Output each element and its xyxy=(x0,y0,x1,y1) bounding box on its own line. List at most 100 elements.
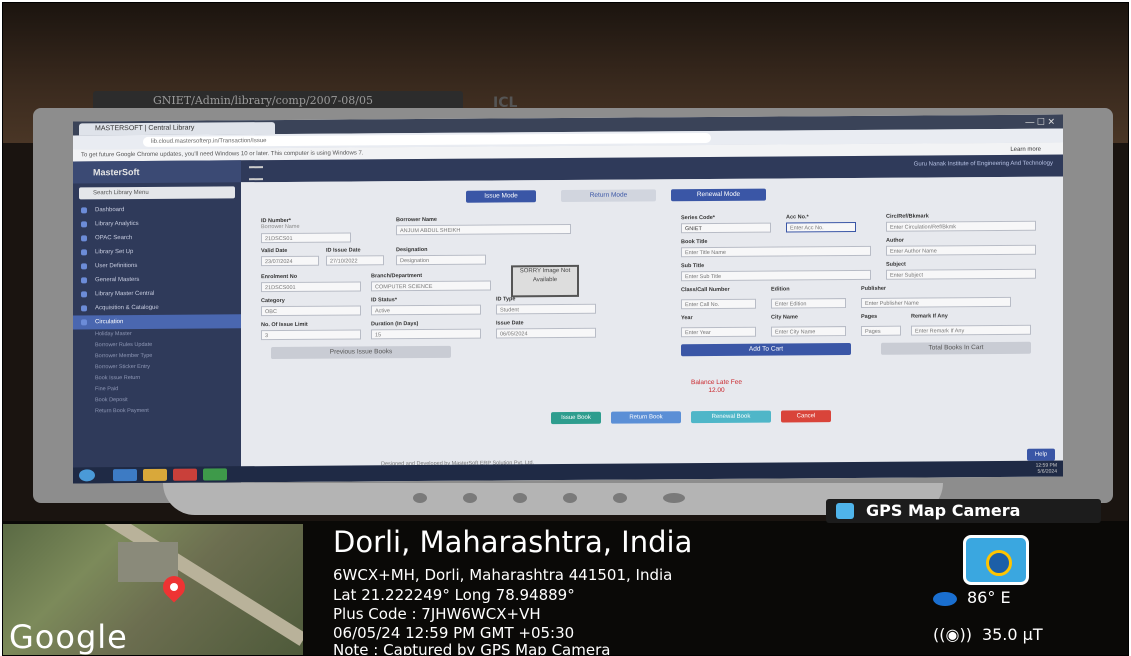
menu-icon xyxy=(81,263,87,270)
menu-icon xyxy=(81,277,87,284)
sidebar-item[interactable]: User Definitions xyxy=(73,258,241,273)
tray-date: 5/6/2024 xyxy=(1037,468,1057,475)
menu-icon xyxy=(81,319,87,326)
pages-field: Pages xyxy=(861,325,901,336)
subtitle-label: Sub Title xyxy=(681,263,705,270)
renewal-mode-button[interactable]: Renewal Mode xyxy=(671,188,766,202)
photo-frame: GNIET/Admin/library/comp/2007-08/05 ICL … xyxy=(2,2,1129,656)
sidebar-submenu: Holiday Master Borrower Rules Update Borro… xyxy=(73,328,241,417)
issue-date-input[interactable]: 06/05/2024 xyxy=(496,327,596,339)
gps-coordinates: Lat 21.222249° Long 78.94889° xyxy=(333,586,575,604)
category-label: Category xyxy=(261,297,285,305)
sidebar-item-label: General Masters xyxy=(95,276,140,284)
menu-icon xyxy=(81,207,87,214)
app-logo: MasterSoft xyxy=(73,160,241,184)
designation-field: Designation xyxy=(396,254,486,266)
sidebar-item-label: Circulation xyxy=(95,319,124,326)
class-number-field: Enter Call No. xyxy=(681,298,756,310)
menu-icon xyxy=(81,235,87,242)
monitor-button xyxy=(413,493,427,503)
sidebar-item[interactable]: Dashboard xyxy=(73,202,241,217)
cancel-button[interactable]: Cancel xyxy=(781,410,831,423)
pages-label: Pages xyxy=(861,313,878,320)
borrower-name-label: Borrower Name xyxy=(396,216,437,224)
sidebar-item-label: Library Analytics xyxy=(95,220,139,228)
sidebar-item[interactable]: Library Master Central xyxy=(73,286,241,301)
menu-icon xyxy=(81,305,87,312)
acc-no-label: Acc No.* xyxy=(786,214,809,221)
add-to-cart-button[interactable]: Add To Cart xyxy=(681,343,851,357)
sidebar-item[interactable]: General Masters xyxy=(73,272,241,287)
issue-book-button[interactable]: Issue Book xyxy=(551,411,601,425)
ie-icon[interactable] xyxy=(113,469,137,482)
sidebar-subitem[interactable]: Return Book Payment xyxy=(73,405,241,417)
sidebar-item-label: Acquisition & Catalogue xyxy=(95,304,159,312)
previous-issue-books-button[interactable]: Previous Issue Books xyxy=(271,345,451,360)
gps-camera-icon xyxy=(836,503,854,519)
balance-late-fee-value: 12.00 xyxy=(708,386,725,395)
gps-app-icon xyxy=(963,535,1029,585)
monitor-button xyxy=(513,493,527,503)
gps-badge: GPS Map Camera xyxy=(826,499,1101,523)
institute-name: Guru Nanak Institute of Engineering And … xyxy=(913,160,1053,168)
sidebar-item[interactable]: Circulation xyxy=(73,314,241,330)
chrome-icon[interactable] xyxy=(203,468,227,481)
duration-label: Duration (In Days) xyxy=(371,321,419,328)
gps-address: 6WCX+MH, Dorli, Maharashtra 441501, Indi… xyxy=(333,566,673,584)
id-issue-date-label: ID Issue Date xyxy=(326,247,361,254)
gps-badge-label: GPS Map Camera xyxy=(866,501,1021,520)
media-icon[interactable] xyxy=(173,468,197,481)
id-type-select[interactable]: Student xyxy=(496,303,596,315)
system-tray[interactable]: 12:59 PM 5/6/2024 xyxy=(1036,463,1057,475)
gps-plus-code: Plus Code : 7JHW6WCX+VH xyxy=(333,605,541,623)
publisher-field: Enter Publisher Name xyxy=(861,296,1011,308)
help-button[interactable]: Help xyxy=(1027,448,1055,461)
monitor-button xyxy=(613,493,627,503)
issue-date-label: Issue Date xyxy=(496,320,524,327)
subject-field: Enter Subject xyxy=(886,268,1036,280)
id-status-select[interactable]: Active xyxy=(371,304,481,316)
gps-heading-value: 86° E xyxy=(967,588,1011,607)
sidebar-item[interactable]: Acquisition & Catalogue xyxy=(73,300,241,315)
balance-late-fee: Balance Late Fee 12.00 xyxy=(691,379,742,395)
return-mode-button[interactable]: Return Mode xyxy=(561,189,656,203)
borrower-name-field: ANJUM ABDUL SHEIKH xyxy=(396,223,571,236)
sidebar-item[interactable]: OPAC Search xyxy=(73,230,241,245)
series-code-select[interactable]: GNIET xyxy=(681,222,771,234)
gps-timestamp: 06/05/24 12:59 PM GMT +05:30 xyxy=(333,624,575,642)
acc-no-input[interactable]: Enter Acc No. xyxy=(786,221,856,233)
gps-magnetic-value: 35.0 μT xyxy=(981,625,1043,644)
valid-date-label: Valid Date xyxy=(261,247,288,255)
renewal-book-button[interactable]: Renewal Book xyxy=(691,410,771,424)
issue-limit-field: 3 xyxy=(261,329,361,341)
designation-label: Designation xyxy=(396,246,428,254)
remark-label: Remark If Any xyxy=(911,313,948,320)
edition-field: Enter Edition xyxy=(771,298,846,309)
sidebar-item-label: Library Set Up xyxy=(95,249,134,256)
return-book-button[interactable]: Return Book xyxy=(611,411,681,424)
publisher-label: Publisher xyxy=(861,285,887,292)
hamburger-icon[interactable] xyxy=(249,166,263,181)
sidebar-item[interactable]: Library Set Up xyxy=(73,244,241,259)
gps-heading: 86° E xyxy=(933,588,1011,607)
sidebar-search-input[interactable]: Search Library Menu xyxy=(79,186,235,200)
sidebar-item[interactable]: Library Analytics xyxy=(73,216,241,231)
magnet-icon: ((◉)) xyxy=(933,625,972,644)
start-icon[interactable] xyxy=(79,469,95,482)
borrower-name-checkbox-label[interactable]: Borrower Name xyxy=(261,224,300,230)
circ-label: Circ/Ref/Bkmark xyxy=(886,213,929,220)
window-controls[interactable]: — ☐ ✕ xyxy=(1025,117,1055,128)
folder-icon[interactable] xyxy=(143,468,167,481)
book-image-placeholder: SORRY Image Not Available xyxy=(511,264,579,298)
google-logo: Google xyxy=(9,618,128,655)
remark-input[interactable]: Enter Remark If Any xyxy=(911,324,1031,336)
update-notice-text: To get future Google Chrome updates, you… xyxy=(81,150,364,159)
total-books-cart-button[interactable]: Total Books In Cart xyxy=(881,341,1031,355)
category-select[interactable]: OBC xyxy=(261,305,361,317)
id-number-input[interactable]: 21DSCS01 xyxy=(261,232,351,244)
branch-field: COMPUTER SCIENCE xyxy=(371,280,491,292)
issue-mode-button[interactable]: Issue Mode xyxy=(466,190,536,203)
sidebar-item-label: User Definitions xyxy=(95,263,138,270)
monitor-button xyxy=(463,493,477,503)
duration-field: 15 xyxy=(371,328,481,340)
